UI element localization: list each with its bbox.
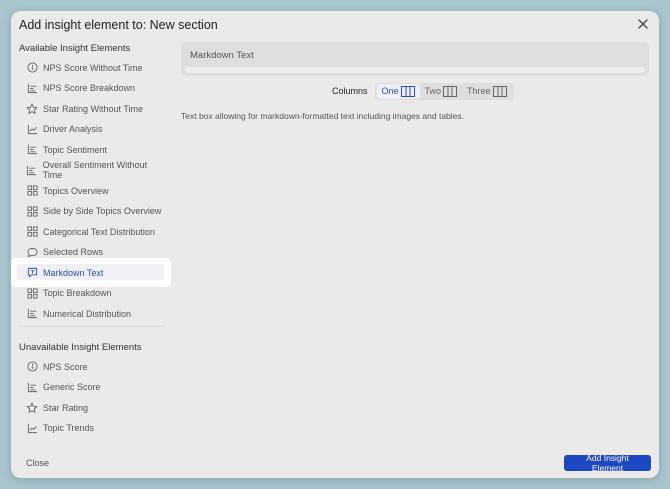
columns-layout-icon [441,85,458,97]
sidebar-item-label: Driver Analysis [43,124,103,134]
grid-icon [26,287,38,299]
columns-layout-icon [491,85,507,97]
unavailable-item-star-rating[interactable]: Star Rating [19,399,165,416]
columns-option-two[interactable]: Two [420,84,463,99]
sidebar-item-side-by-side-topics-overview[interactable]: Side by Side Topics Overview [19,203,165,220]
sidebar-item-label: Categorical Text Distribution [43,226,155,237]
speech-bubble-icon [26,246,38,258]
columns-option-label: Three [467,86,491,96]
element-description: Text box allowing for markdown-formatted… [181,111,465,121]
gauge-icon [26,62,38,74]
columns-option-label: Two [424,86,442,96]
sidebar-item-label: Numerical Distribution [43,308,132,319]
sidebar-item-topic-sentiment[interactable]: Topic Sentiment [19,141,165,158]
unavailable-item-generic-score[interactable]: Generic Score [19,379,165,396]
bar-chart-icon [26,164,38,176]
columns-layout-icon [399,85,415,97]
close-icon[interactable] [636,17,650,31]
markdown-icon [26,267,38,279]
sidebar-item-markdown-text[interactable]: Markdown Text [19,264,165,281]
add-insight-dialog: Add insight element to: New section Avai… [11,11,659,478]
sidebar-item-driver-analysis[interactable]: Driver Analysis [19,121,165,138]
columns-label: Columns [332,86,368,96]
sidebar-item-label: Markdown Text [43,267,104,278]
sidebar-item-label: Selected Rows [43,247,104,257]
sidebar-item-label: Star Rating Without Time [43,103,144,114]
unavailable-item-nps-score[interactable]: NPS Score [19,358,165,375]
grid-icon [26,205,38,217]
sidebar-item-topics-overview[interactable]: Topics Overview [19,182,165,199]
sidebar-item-overall-sentiment-without-time[interactable]: Overall Sentiment Without Time [19,160,165,180]
preview-title: Markdown Text [190,50,254,61]
bar-chart-icon [26,82,38,94]
sidebar-item-label: NPS Score Breakdown [43,83,136,93]
sidebar-item-categorical-text-distribution[interactable]: Categorical Text Distribution [19,223,165,240]
sidebar-item-star-rating-without-time[interactable]: Star Rating Without Time [19,100,165,117]
preview-placeholder-bar [185,67,645,73]
line-chart-icon [26,422,38,434]
sidebar-item-nps-score-without-time[interactable]: NPS Score Without Time [19,59,165,76]
bar-chart-icon [26,308,38,320]
columns-selector: Columns One Two Three [332,82,514,100]
columns-option-group: One Two Three [374,82,514,100]
available-elements-heading: Available Insight Elements [19,43,131,54]
gauge-icon [26,361,38,373]
sidebar-item-label: Topic Trends [43,423,95,433]
sidebar-item-label: NPS Score Without Time [43,62,143,73]
sidebar-item-label: Overall Sentiment Without Time [42,160,148,180]
star-icon [26,103,38,115]
line-chart-icon [26,123,38,135]
sidebar-item-label: Topics Overview [43,185,109,196]
sidebar-item-nps-score-breakdown[interactable]: NPS Score Breakdown [19,80,165,97]
columns-option-one[interactable]: One [376,83,420,99]
divider [19,326,165,327]
grid-icon [26,226,38,238]
columns-option-label: One [381,86,399,96]
sidebar-item-topic-breakdown[interactable]: Topic Breakdown [19,285,165,302]
unavailable-item-topic-trends[interactable]: Topic Trends [19,420,165,437]
columns-option-three[interactable]: Three [462,84,512,99]
bar-chart-icon [26,381,38,393]
sidebar-item-label: Side by Side Topics Overview [43,206,162,216]
sidebar-item-numerical-distribution[interactable]: Numerical Distribution [19,305,165,322]
sidebar-item-label: Generic Score [43,382,101,392]
star-icon [26,402,38,414]
grid-icon [26,185,38,197]
add-insight-element-button[interactable]: Add Insight Element [564,453,651,473]
sidebar-item-label: NPS Score [43,361,88,372]
dialog-title: Add insight element to: New section [19,18,218,32]
sidebar-item-label: Topic Breakdown [43,288,112,298]
bar-chart-icon [26,144,38,156]
sidebar-item-selected-rows[interactable]: Selected Rows [19,244,165,261]
sidebar-item-label: Star Rating [43,402,89,413]
close-button[interactable]: Close [26,458,49,468]
preview-box: Markdown Text [181,42,649,76]
sidebar-item-label: Topic Sentiment [43,144,108,155]
unavailable-elements-heading: Unavailable Insight Elements [19,342,142,353]
